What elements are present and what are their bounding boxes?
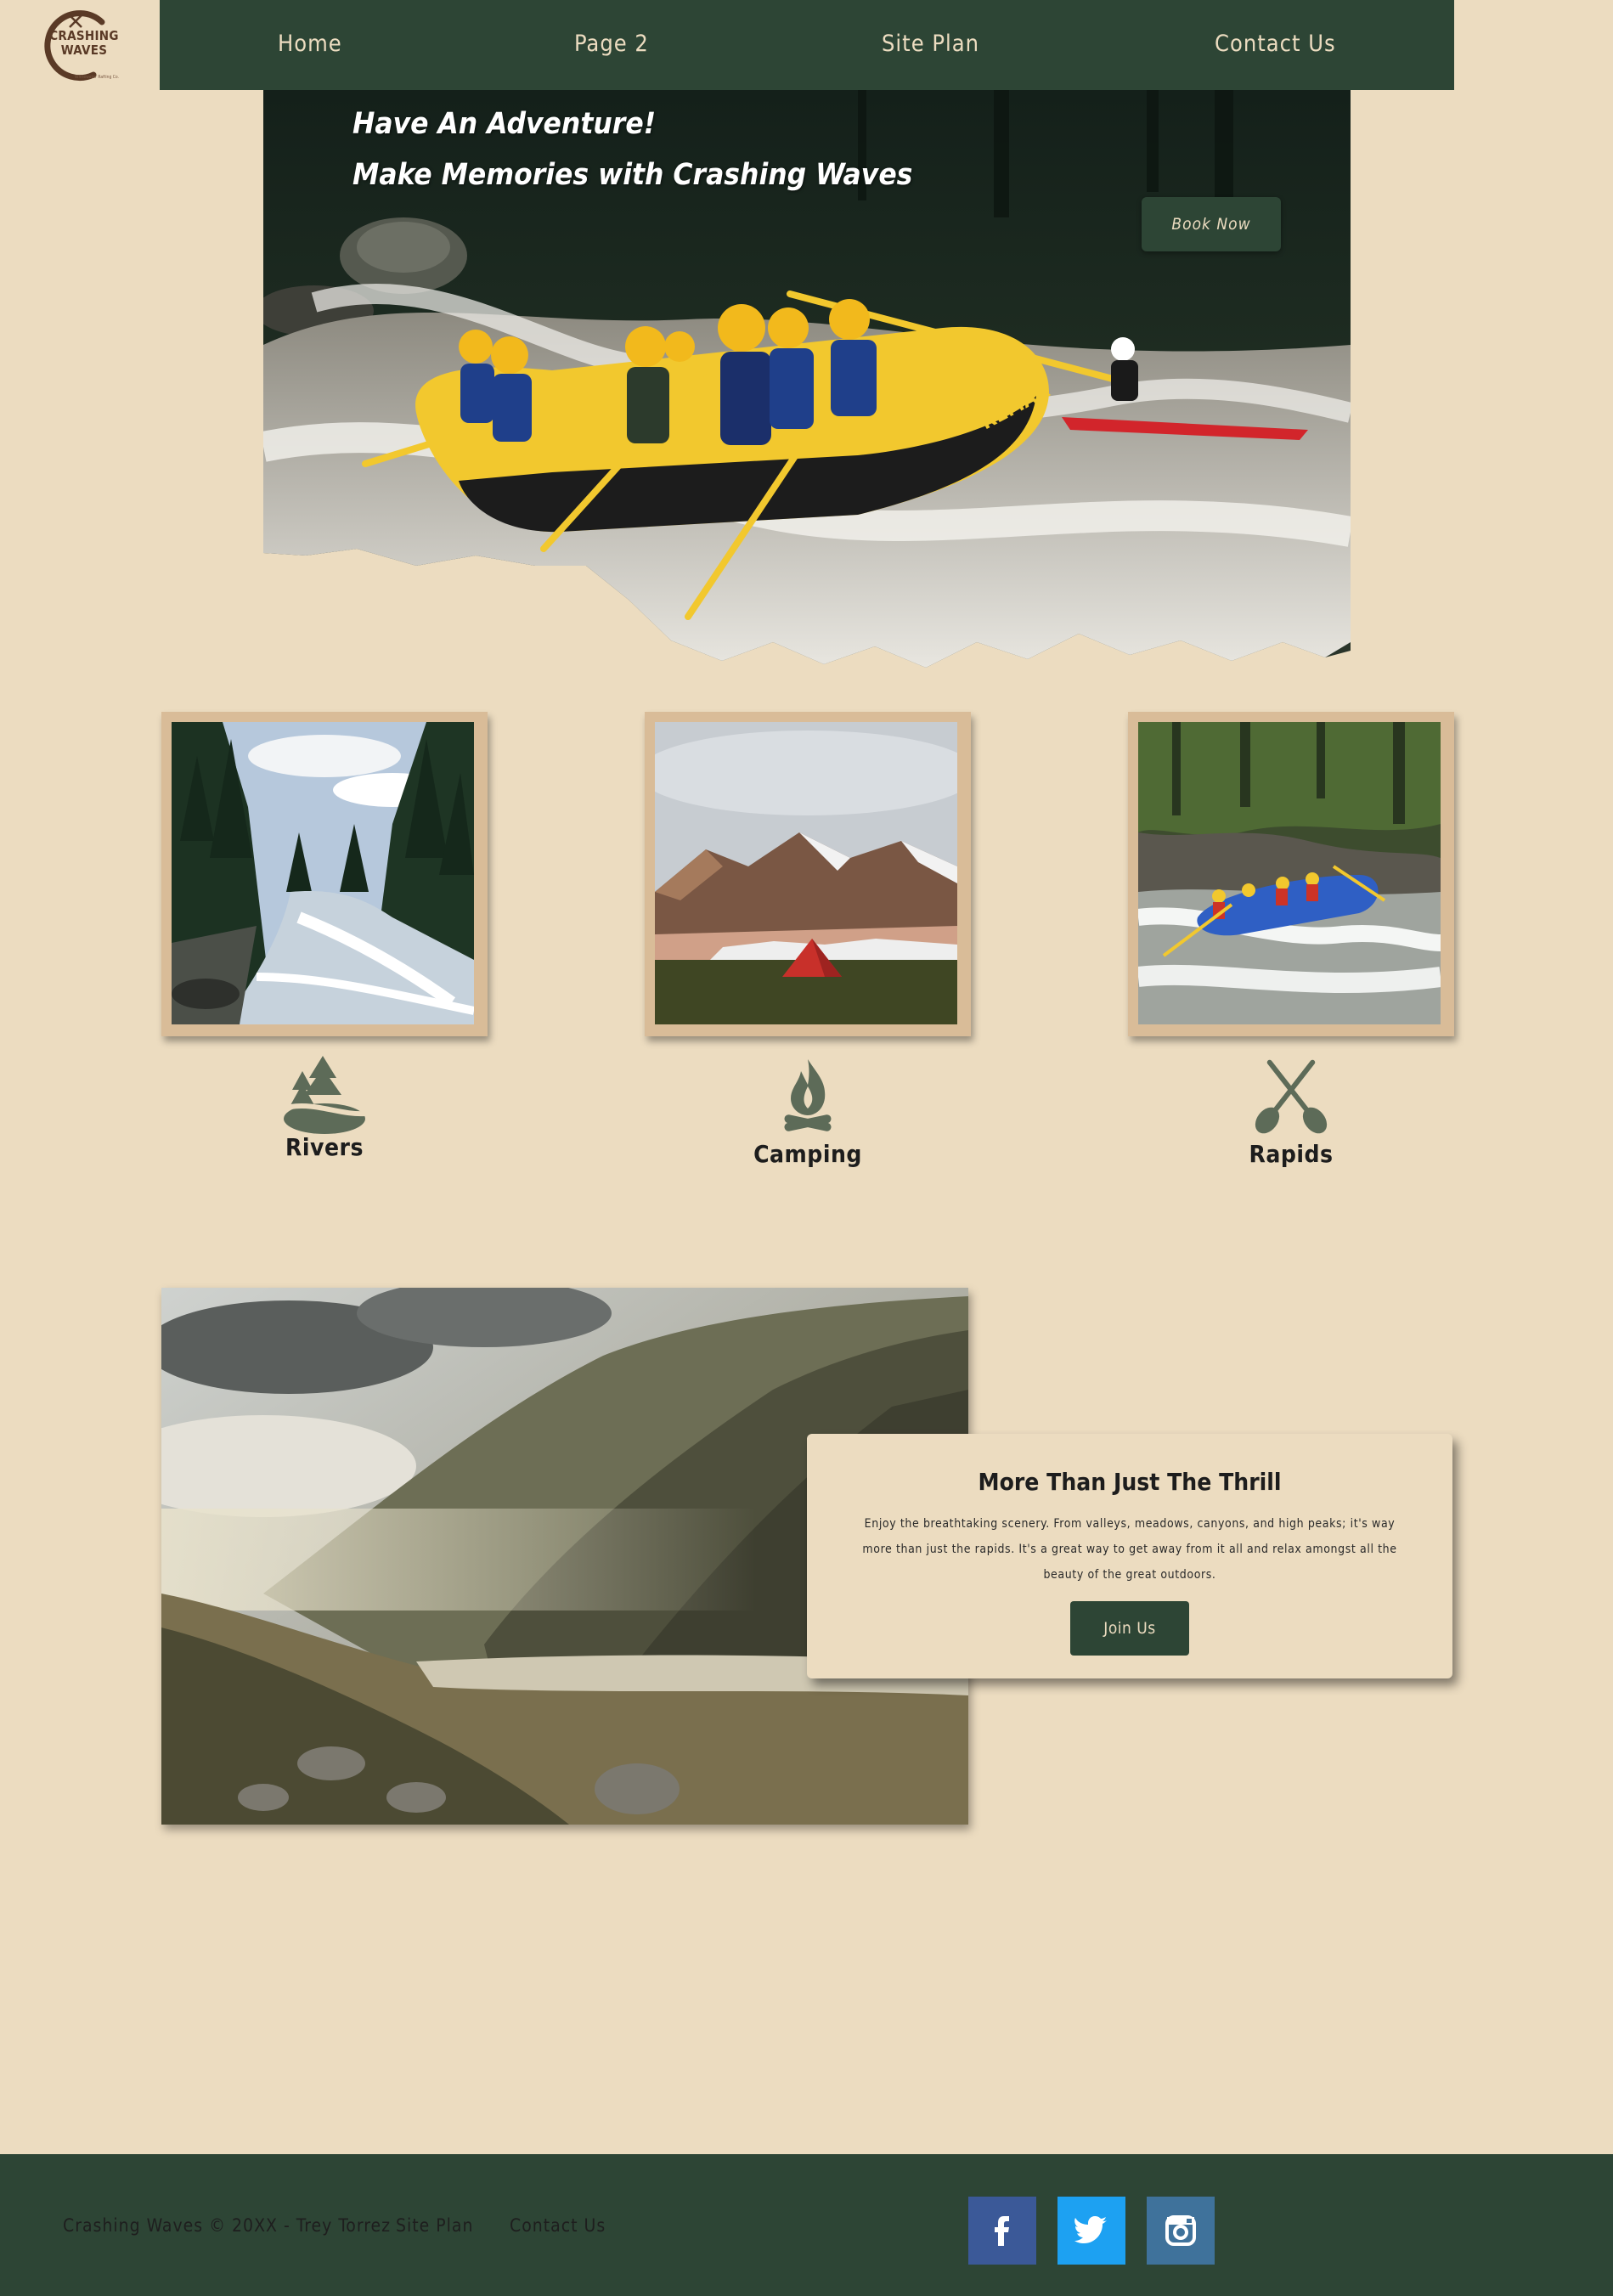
footer-copyright: Crashing Waves © 20XX - Trey Torrez: [63, 2215, 392, 2236]
about-card: More Than Just The Thrill Enjoy the brea…: [807, 1434, 1452, 1678]
about-title: More Than Just The Thrill: [978, 1468, 1282, 1496]
hero-subheadline: Make Memories with Crashing Waves: [352, 158, 913, 192]
footer-contact-link[interactable]: Contact Us: [510, 2215, 606, 2236]
feature-image-frame: [161, 712, 488, 1036]
nav-home[interactable]: Home: [278, 31, 342, 57]
logo-text: CRASHING WAVES: [49, 28, 119, 58]
campfire-icon: [765, 1056, 850, 1134]
main-navbar: Home Page 2 Site Plan Contact Us: [160, 0, 1454, 90]
about-text: Enjoy the breathtaking scenery. From val…: [862, 1517, 1397, 1582]
hero-section: REMAR Have An Adventure! Make Memories w…: [263, 90, 1351, 668]
book-now-button[interactable]: Book Now: [1142, 197, 1281, 251]
feature-image-frame: [1128, 712, 1454, 1036]
join-us-button[interactable]: Join Us: [1070, 1601, 1189, 1656]
crossed-paddles-icon: [1249, 1056, 1334, 1134]
river-forest-image: [172, 722, 474, 1024]
instagram-icon[interactable]: [1147, 2197, 1215, 2265]
feature-camping[interactable]: Camping: [645, 712, 971, 1168]
rapids-raft-image: [1138, 722, 1441, 1024]
hero-headline: Have An Adventure!: [352, 107, 657, 141]
feature-label-camping: Camping: [753, 1140, 862, 1168]
facebook-icon[interactable]: [968, 2197, 1036, 2265]
feature-rivers[interactable]: Rivers: [161, 712, 488, 1161]
feature-rapids[interactable]: Rapids: [1128, 712, 1454, 1168]
nav-page-2[interactable]: Page 2: [574, 31, 649, 57]
nav-contact-us[interactable]: Contact Us: [1215, 31, 1336, 57]
footer-site-plan-link[interactable]: Site Plan: [396, 2215, 473, 2236]
nav-site-plan[interactable]: Site Plan: [882, 31, 979, 57]
footer: Crashing Waves © 20XX - Trey Torrez Site…: [0, 2154, 1613, 2296]
mountain-camping-image: [655, 722, 957, 1024]
feature-label-rivers: Rivers: [285, 1133, 364, 1161]
twitter-icon[interactable]: [1057, 2197, 1125, 2265]
logo-tagline: Whitewater Rafting Co.: [75, 75, 119, 80]
logo[interactable]: CRASHING WAVES Whitewater Rafting Co.: [34, 5, 127, 83]
river-trees-icon: [282, 1056, 367, 1134]
feature-image-frame: [645, 712, 971, 1036]
feature-label-rapids: Rapids: [1249, 1140, 1334, 1168]
